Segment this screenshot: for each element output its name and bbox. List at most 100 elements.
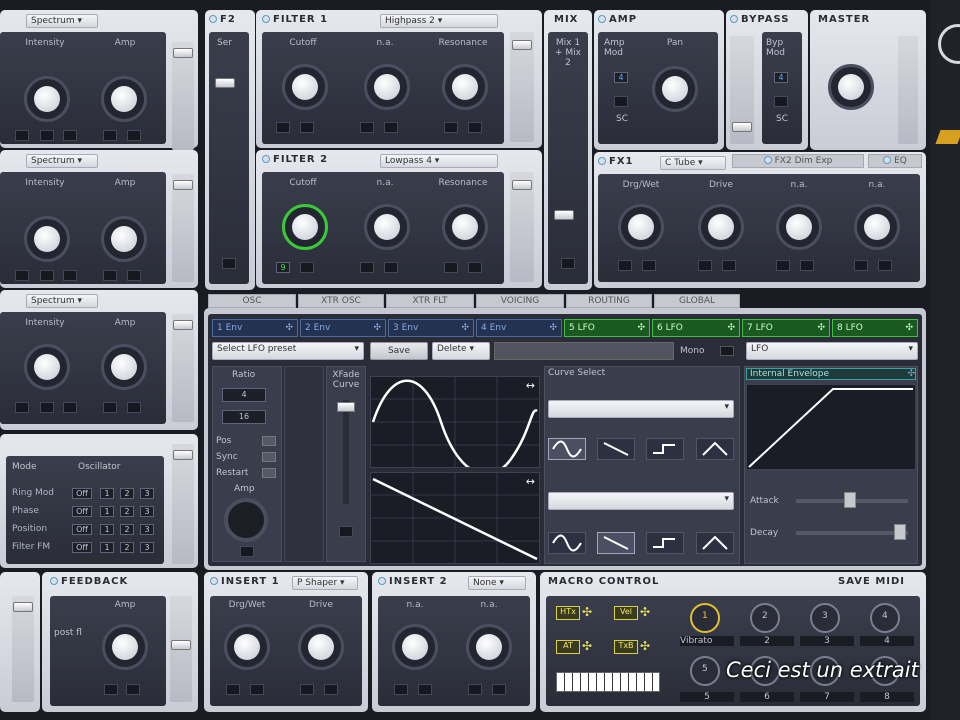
amp-knob[interactable]: [101, 216, 147, 262]
fx1-type-select[interactable]: C Tube ▾: [660, 156, 726, 170]
off-toggle[interactable]: Off: [72, 542, 92, 553]
filter1-type-select[interactable]: Highpass 2 ▾: [380, 14, 498, 28]
decay-slider[interactable]: [894, 524, 906, 540]
ramp-shape-button[interactable]: [597, 438, 635, 460]
osc-num[interactable]: 3: [140, 506, 154, 517]
mod-slot[interactable]: [104, 684, 118, 695]
lfo-waveform-2[interactable]: ↔: [370, 472, 540, 564]
mod-tab-5-lfo[interactable]: 5 LFO ✣: [564, 319, 650, 337]
tab-routing[interactable]: ROUTING: [566, 294, 652, 308]
mono-toggle[interactable]: [720, 346, 734, 356]
filter2-slider[interactable]: [510, 172, 534, 282]
off-toggle[interactable]: Off: [72, 524, 92, 535]
mod-slot[interactable]: [614, 96, 628, 107]
lfo-save-button[interactable]: Save: [370, 342, 428, 360]
mod-slot[interactable]: [276, 122, 290, 133]
mod-slot[interactable]: [300, 262, 314, 273]
triangle-shape-button[interactable]: [696, 438, 734, 460]
off-toggle[interactable]: Off: [72, 506, 92, 517]
sync-toggle[interactable]: [262, 452, 276, 462]
mod-slot[interactable]: [324, 684, 338, 695]
insert1-type-select[interactable]: P Shaper ▾: [292, 576, 358, 590]
mod-slot[interactable]: [127, 130, 141, 141]
ratio-top-value[interactable]: 4: [222, 388, 266, 402]
insert2-type-select[interactable]: None ▾: [468, 576, 526, 590]
ratio-bottom-value[interactable]: 16: [222, 410, 266, 424]
mod-slot[interactable]: [360, 122, 374, 133]
mod-tab-3-env[interactable]: 3 Env ✣: [388, 319, 474, 337]
mod-slot[interactable]: [250, 684, 264, 695]
mod-slot[interactable]: [40, 270, 54, 281]
osc-num[interactable]: 2: [120, 524, 134, 535]
filter2-na-knob[interactable]: [364, 204, 410, 250]
spectrum-select-1[interactable]: Spectrum ▾: [26, 14, 98, 28]
insert1-drywet-knob[interactable]: [224, 624, 270, 670]
tab-xtr-flt[interactable]: XTR FLT: [386, 294, 474, 308]
mod-slot[interactable]: [384, 262, 398, 273]
bypass-mod-value[interactable]: 4: [774, 72, 788, 83]
mod-slot[interactable]: [698, 260, 712, 271]
mod-slot[interactable]: [222, 258, 236, 269]
mod-slot[interactable]: [444, 262, 458, 273]
lfo-amp-knob[interactable]: [224, 498, 268, 542]
move-icon[interactable]: ✣: [582, 605, 592, 619]
macro-button-vel[interactable]: Vel: [614, 606, 638, 620]
mod-slot[interactable]: [878, 260, 892, 271]
osc-slider-1[interactable]: [172, 42, 194, 150]
osc-num[interactable]: 1: [100, 506, 114, 517]
osc-num[interactable]: 1: [100, 542, 114, 553]
filter1-cutoff-knob[interactable]: [282, 64, 328, 110]
mod-slot[interactable]: [561, 258, 575, 269]
mod-slot[interactable]: [384, 122, 398, 133]
mod-slot[interactable]: [103, 130, 117, 141]
mod-slot[interactable]: [127, 270, 141, 281]
mod-slot[interactable]: [418, 684, 432, 695]
mod-slot[interactable]: [103, 402, 117, 413]
fx-na-knob-1[interactable]: [776, 204, 822, 250]
mod-slot[interactable]: [360, 262, 374, 273]
mod-slot[interactable]: [240, 546, 254, 557]
keyboard-icon[interactable]: [556, 672, 660, 692]
mod-tab-7-lfo[interactable]: 7 LFO ✣: [742, 319, 830, 337]
mod-slot[interactable]: [63, 130, 77, 141]
mod-slot[interactable]: [226, 684, 240, 695]
intensity-knob[interactable]: [24, 344, 70, 390]
mod-slot[interactable]: [40, 130, 54, 141]
pan-knob[interactable]: [652, 66, 698, 112]
square-shape-button[interactable]: [646, 532, 684, 554]
mod-slot[interactable]: [854, 260, 868, 271]
ramp-shape-button[interactable]: [597, 532, 635, 554]
lfo-waveform-1[interactable]: ↔: [370, 376, 540, 476]
internal-env-graph[interactable]: [746, 384, 916, 470]
filter2-resonance-knob[interactable]: [442, 204, 488, 250]
osc-num[interactable]: 1: [100, 488, 114, 499]
osc-num[interactable]: 3: [140, 524, 154, 535]
tab-global[interactable]: GLOBAL: [654, 294, 740, 308]
tab-voicing[interactable]: VOICING: [476, 294, 564, 308]
lfo-delete-select[interactable]: Delete ▾: [432, 342, 490, 360]
insert2-na-knob-2[interactable]: [466, 624, 512, 670]
filter1-resonance-knob[interactable]: [442, 64, 488, 110]
fx2-tab[interactable]: FX2 Dim Exp: [732, 154, 864, 168]
move-icon[interactable]: ✣: [582, 639, 592, 653]
osc-slider-2[interactable]: [172, 174, 194, 282]
mod-slot[interactable]: [300, 684, 314, 695]
macro-button-txb[interactable]: TxB: [614, 640, 638, 654]
mod-slot[interactable]: [618, 260, 632, 271]
feedback-slider[interactable]: [170, 596, 192, 702]
filter2-cutoff-knob[interactable]: [282, 204, 328, 250]
mod-slot[interactable]: [40, 402, 54, 413]
osc-mod-slider[interactable]: [172, 444, 194, 564]
mod-slot[interactable]: [776, 260, 790, 271]
lfo-type-select[interactable]: LFO ▾: [746, 342, 918, 360]
filter1-slider[interactable]: [510, 32, 534, 142]
mod-tab-8-lfo[interactable]: 8 LFO ✣: [832, 319, 918, 337]
lfo-name-field[interactable]: [494, 342, 674, 360]
mod-slot[interactable]: [468, 262, 482, 273]
mod-slot[interactable]: [300, 122, 314, 133]
mod-slot[interactable]: [722, 260, 736, 271]
intensity-knob[interactable]: [24, 216, 70, 262]
mod-slot[interactable]: [126, 684, 140, 695]
move-icon[interactable]: ✣: [640, 605, 650, 619]
fx-drywet-knob[interactable]: [618, 204, 664, 250]
